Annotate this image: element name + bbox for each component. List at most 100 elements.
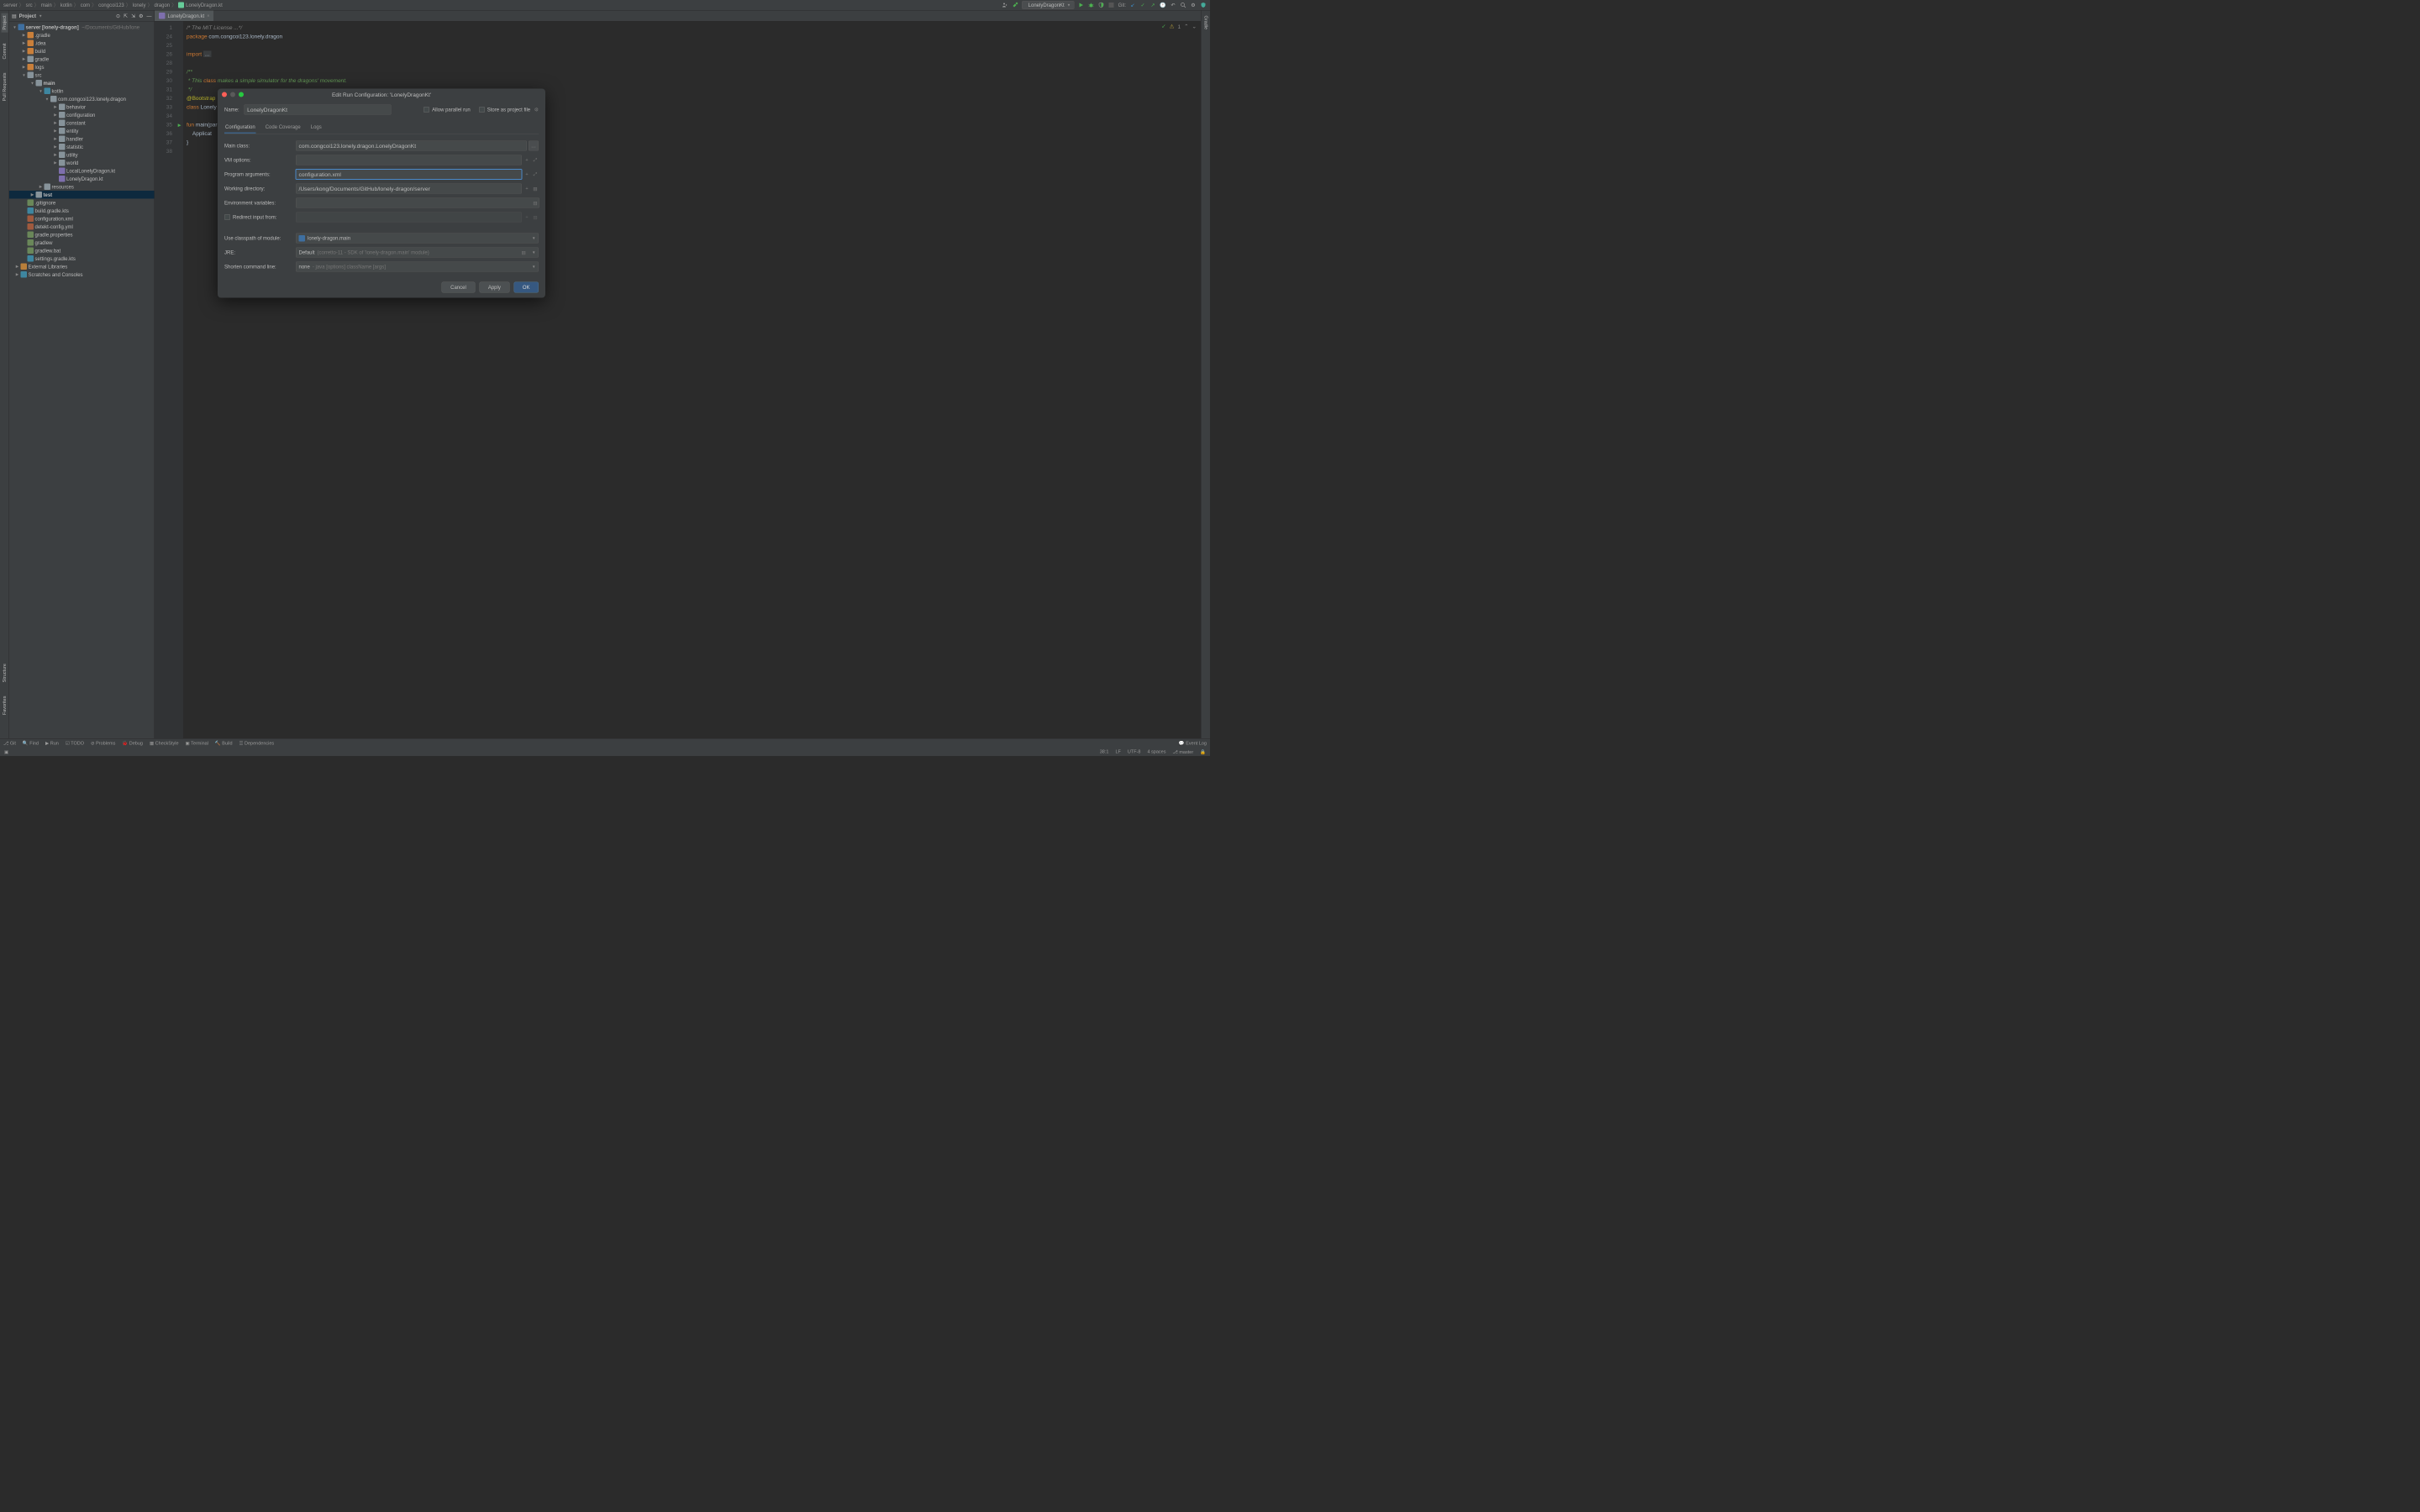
- tab-gradle[interactable]: Gradle: [1202, 13, 1209, 33]
- tree-package[interactable]: com.congcoi123.lonely.dragon: [58, 96, 126, 102]
- vm-options-input[interactable]: [296, 155, 522, 165]
- breadcrumb-item[interactable]: kotlin: [60, 3, 72, 8]
- expand-icon[interactable]: ⤢: [532, 171, 539, 178]
- clock-icon[interactable]: 🕐: [1160, 2, 1166, 8]
- search-icon[interactable]: [1180, 2, 1186, 8]
- tab-favorites[interactable]: Favorites: [1, 693, 8, 717]
- edit-env-icon[interactable]: ▥: [532, 200, 539, 207]
- tree-subpkg[interactable]: behavior: [66, 104, 86, 110]
- lock-icon[interactable]: 🔒: [1200, 749, 1206, 755]
- project-root[interactable]: server: [26, 24, 41, 30]
- tree-dir[interactable]: gradle: [35, 56, 50, 62]
- cancel-button[interactable]: Cancel: [442, 282, 476, 293]
- bottom-find[interactable]: 🔍 Find: [23, 741, 39, 747]
- allow-parallel-checkbox[interactable]: Allow parallel run: [424, 107, 471, 113]
- program-args-input[interactable]: [296, 170, 522, 180]
- tree-file[interactable]: LonelyDragon.kt: [66, 176, 103, 181]
- main-class-input[interactable]: [296, 141, 527, 151]
- breadcrumb-item[interactable]: lonely: [133, 3, 146, 8]
- tree-subpkg[interactable]: handler: [66, 136, 83, 142]
- insert-macro-icon[interactable]: +: [523, 157, 530, 164]
- tree-subpkg[interactable]: statistic: [66, 144, 83, 150]
- breadcrumb-item[interactable]: server: [3, 3, 18, 8]
- jre-dropdown[interactable]: Default (corretto-11 - SDK of 'lonely-dr…: [296, 248, 539, 258]
- git-pull-icon[interactable]: ↙: [1129, 2, 1136, 8]
- browse-folder-icon[interactable]: ▤: [520, 249, 527, 256]
- gear-icon[interactable]: ⚙: [534, 107, 539, 113]
- stop-icon[interactable]: [1108, 2, 1115, 8]
- bottom-build[interactable]: 🔨 Build: [215, 741, 233, 747]
- tree-file[interactable]: gradlew.bat: [35, 248, 61, 254]
- statusbar-icon[interactable]: ▣: [4, 749, 8, 755]
- browse-class-button[interactable]: …: [529, 141, 539, 151]
- apply-button[interactable]: Apply: [479, 282, 509, 293]
- target-icon[interactable]: ⊙: [116, 13, 120, 18]
- hammer-build-icon[interactable]: [1012, 2, 1018, 8]
- editor-indicators[interactable]: ✓ ⚠ 1 ⌃ ⌄: [1161, 24, 1197, 30]
- git-push-icon[interactable]: ↗: [1150, 2, 1156, 8]
- tab-project[interactable]: Project: [1, 13, 8, 33]
- breadcrumb-item[interactable]: src: [26, 3, 33, 8]
- redirect-input-checkbox[interactable]: Redirect input from:: [224, 214, 292, 220]
- config-name-input[interactable]: [245, 105, 392, 115]
- tree-file[interactable]: .gitignore: [35, 200, 56, 206]
- debug-icon[interactable]: [1088, 2, 1095, 8]
- collapse-icon[interactable]: ⇲: [131, 13, 135, 18]
- gear-icon[interactable]: ⚙: [139, 13, 143, 18]
- ok-button[interactable]: OK: [513, 282, 539, 293]
- tree-file[interactable]: settings.gradle.kts: [35, 255, 76, 261]
- minimize-icon[interactable]: —: [147, 13, 152, 18]
- store-as-project-checkbox[interactable]: Store as project file⚙: [479, 107, 539, 113]
- user-icon[interactable]: [1002, 2, 1008, 8]
- tree-file[interactable]: gradle.properties: [35, 232, 73, 238]
- tab-pull-requests[interactable]: Pull Requests: [1, 71, 8, 104]
- cursor-position[interactable]: 38:1: [1100, 749, 1109, 755]
- git-commit-icon[interactable]: ✓: [1139, 2, 1146, 8]
- working-dir-input[interactable]: [296, 184, 522, 194]
- nav-up-icon[interactable]: ⌃: [1184, 24, 1188, 30]
- coverage-icon[interactable]: [1098, 2, 1105, 8]
- maximize-window-icon[interactable]: [239, 92, 244, 97]
- breadcrumb-file[interactable]: LonelyDragon.kt: [186, 3, 223, 8]
- tree-subpkg[interactable]: configuration: [66, 112, 95, 118]
- env-vars-input[interactable]: [296, 198, 539, 208]
- tree-dir[interactable]: build: [35, 48, 46, 54]
- breadcrumb-item[interactable]: dragon: [154, 3, 170, 8]
- bottom-git[interactable]: ⎇ Git: [3, 741, 16, 747]
- tree-dir[interactable]: logs: [35, 64, 45, 70]
- run-icon[interactable]: [1078, 2, 1085, 8]
- project-tree[interactable]: ▼server [lonely-dragon]~/Documents/GitHu…: [9, 22, 155, 739]
- insert-macro-icon[interactable]: +: [523, 186, 530, 192]
- breadcrumb[interactable]: server〉 src〉 main〉 kotlin〉 com〉 congcoi1…: [3, 2, 223, 9]
- tab-code-coverage[interactable]: Code Coverage: [265, 122, 302, 134]
- breadcrumb-item[interactable]: com: [81, 3, 90, 8]
- tree-subpkg[interactable]: utility: [66, 152, 78, 158]
- tree-subpkg[interactable]: constant: [66, 120, 86, 126]
- tree-file[interactable]: LocalLonelyDragon.kt: [66, 168, 115, 174]
- tree-dir-resources[interactable]: resources: [52, 184, 74, 190]
- tab-configuration[interactable]: Configuration: [224, 122, 256, 134]
- bottom-todo[interactable]: ☑ TODO: [66, 741, 84, 747]
- bottom-problems[interactable]: ⊘ Problems: [91, 741, 115, 747]
- editor-tab[interactable]: LonelyDragon.kt ×: [155, 11, 214, 22]
- run-config-selector[interactable]: LonelyDragonKt ▼: [1022, 1, 1074, 9]
- tree-scratches[interactable]: Scratches and Consoles: [29, 271, 83, 277]
- undo-icon[interactable]: ↶: [1170, 2, 1176, 8]
- expand-icon[interactable]: ⇱: [124, 13, 128, 18]
- bottom-dependencies[interactable]: ☰ Dependencies: [239, 741, 275, 747]
- tree-file[interactable]: detekt-config.yml: [35, 223, 73, 229]
- bottom-eventlog[interactable]: 💬 Event Log: [1179, 741, 1207, 747]
- bottom-debug[interactable]: 🐞 Debug: [122, 741, 143, 747]
- tree-file[interactable]: gradlew: [35, 239, 53, 245]
- browse-folder-icon[interactable]: ▤: [532, 186, 539, 192]
- shorten-cmd-dropdown[interactable]: none - java [options] className [args] ▼: [296, 262, 539, 272]
- expand-icon[interactable]: ⤢: [532, 157, 539, 164]
- tree-dir[interactable]: .idea: [35, 40, 46, 46]
- tree-subpkg[interactable]: world: [66, 160, 78, 165]
- breadcrumb-item[interactable]: congcoi123: [98, 3, 124, 8]
- classpath-dropdown[interactable]: lonely-dragon.main ▼: [296, 234, 539, 244]
- close-tab-icon[interactable]: ×: [207, 13, 209, 18]
- tree-file[interactable]: build.gradle.kts: [35, 207, 69, 213]
- tree-dir-src[interactable]: src: [35, 72, 42, 78]
- tree-dir-test[interactable]: test: [44, 192, 53, 197]
